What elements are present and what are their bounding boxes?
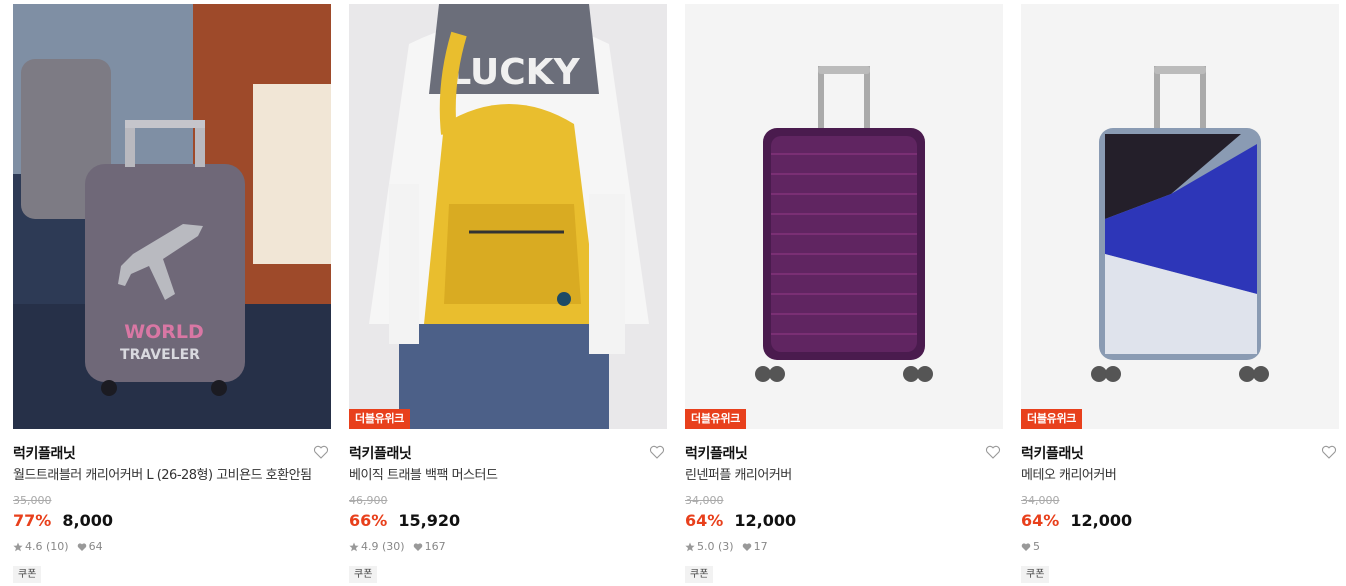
price-row: 66% 15,920 xyxy=(349,511,667,531)
heart-outline-icon[interactable] xyxy=(649,444,665,460)
original-price: 46,900 xyxy=(349,494,388,507)
heart-filled-icon xyxy=(413,543,422,551)
sale-price: 12,000 xyxy=(734,511,797,530)
product-card[interactable]: LUCKY 더블유위크 럭키플래닛 베이직 트래블 백팩 머스터드 46,900… xyxy=(349,4,667,583)
product-image[interactable]: 더블유위크 xyxy=(685,4,1003,429)
likes-count: 167 xyxy=(424,540,446,553)
product-grid: WORLD TRAVELER 럭키플래닛 월드트래블러 캐리어커버 L (26-… xyxy=(0,0,1346,586)
product-name[interactable]: 린넨퍼플 캐리어커버 xyxy=(685,467,1003,485)
coupon-tag: 쿠폰 xyxy=(349,566,378,583)
sale-price: 8,000 xyxy=(62,511,113,530)
event-badge: 더블유위크 xyxy=(349,409,411,429)
product-name[interactable]: 베이직 트래블 백팩 머스터드 xyxy=(349,467,667,485)
product-name[interactable]: 월드트래블러 캐리어커버 L (26-28형) 고비욘드 호환안됨 xyxy=(13,467,331,485)
discount-rate: 64% xyxy=(1021,511,1060,530)
original-price: 35,000 xyxy=(13,494,52,507)
product-card[interactable]: WORLD TRAVELER 럭키플래닛 월드트래블러 캐리어커버 L (26-… xyxy=(13,4,331,583)
price-row: 77% 8,000 xyxy=(13,511,331,531)
heart-outline-icon[interactable] xyxy=(313,444,329,460)
discount-rate: 64% xyxy=(685,511,724,530)
review-meta: 5.0 (3) 17 xyxy=(685,540,1003,554)
sale-price: 12,000 xyxy=(1070,511,1133,530)
image-text-traveler: TRAVELER xyxy=(120,347,200,363)
discount-rate: 77% xyxy=(13,511,52,530)
luggage-cover-photo: WORLD TRAVELER xyxy=(13,4,331,429)
discount-rate: 66% xyxy=(349,511,388,530)
price-row: 64% 12,000 xyxy=(685,511,1003,531)
backpack-photo: LUCKY xyxy=(349,4,667,429)
likes-count: 64 xyxy=(88,540,103,553)
product-image[interactable]: 더블유위크 xyxy=(1021,4,1339,429)
heart-filled-icon xyxy=(77,543,86,551)
review-meta: 4.9 (30) 167 xyxy=(349,540,667,554)
purple-luggage-cover-photo xyxy=(685,4,1003,429)
brand-name[interactable]: 럭키플래닛 xyxy=(13,446,76,462)
product-card[interactable]: 더블유위크 럭키플래닛 메테오 캐리어커버 34,000 64% 12,000 … xyxy=(1021,4,1339,583)
product-image[interactable]: WORLD TRAVELER xyxy=(13,4,331,429)
brand-name[interactable]: 럭키플래닛 xyxy=(349,446,412,462)
event-badge: 더블유위크 xyxy=(1021,409,1083,429)
price-row: 64% 12,000 xyxy=(1021,511,1339,531)
coupon-tag: 쿠폰 xyxy=(685,566,714,583)
brand-name[interactable]: 럭키플래닛 xyxy=(1021,446,1084,462)
image-text-world: WORLD xyxy=(124,321,204,343)
star-icon xyxy=(349,542,359,552)
rating: 4.9 (30) xyxy=(361,540,405,553)
coupon-tag: 쿠폰 xyxy=(1021,566,1050,583)
coupon-tag: 쿠폰 xyxy=(13,566,42,583)
star-icon xyxy=(685,542,695,552)
rating: 4.6 (10) xyxy=(25,540,69,553)
original-price: 34,000 xyxy=(1021,494,1060,507)
review-meta: 4.6 (10) 64 xyxy=(13,540,331,554)
image-text-lucky: LUCKY xyxy=(448,52,580,93)
original-price: 34,000 xyxy=(685,494,724,507)
rating: 5.0 (3) xyxy=(697,540,734,553)
heart-outline-icon[interactable] xyxy=(985,444,1001,460)
meteor-luggage-cover-photo xyxy=(1021,4,1339,429)
likes-count: 17 xyxy=(753,540,768,553)
brand-name[interactable]: 럭키플래닛 xyxy=(685,446,748,462)
heart-outline-icon[interactable] xyxy=(1321,444,1337,460)
star-icon xyxy=(13,542,23,552)
product-name[interactable]: 메테오 캐리어커버 xyxy=(1021,467,1339,485)
review-meta: 5 xyxy=(1021,540,1339,554)
likes-count: 5 xyxy=(1033,540,1040,553)
product-image[interactable]: LUCKY 더블유위크 xyxy=(349,4,667,429)
sale-price: 15,920 xyxy=(398,511,461,530)
heart-filled-icon xyxy=(742,543,751,551)
product-card[interactable]: 더블유위크 럭키플래닛 린넨퍼플 캐리어커버 34,000 64% 12,000… xyxy=(685,4,1003,583)
event-badge: 더블유위크 xyxy=(685,409,747,429)
heart-filled-icon xyxy=(1021,543,1031,551)
